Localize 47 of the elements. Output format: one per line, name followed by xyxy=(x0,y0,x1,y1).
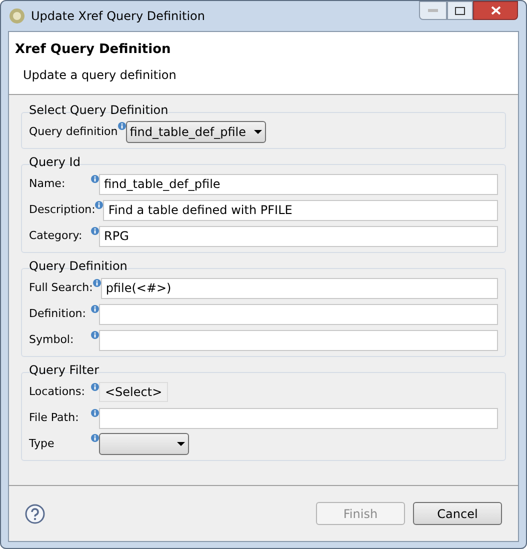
text-field[interactable]: Find a table defined with PFILE xyxy=(103,200,498,220)
field-label: Definition: xyxy=(29,306,87,322)
text-field[interactable] xyxy=(99,304,498,324)
help-icon[interactable] xyxy=(25,504,45,524)
select-button[interactable]: <Select> xyxy=(99,382,168,402)
text-field[interactable] xyxy=(99,408,498,428)
info-icon xyxy=(118,122,126,130)
cancel-button[interactable]: Cancel xyxy=(413,502,502,525)
field-label: Type xyxy=(29,436,56,452)
dropdown[interactable] xyxy=(99,433,189,455)
close-icon xyxy=(490,6,500,15)
group-title: Query Id xyxy=(29,154,82,171)
info-icon xyxy=(91,330,99,338)
info-icon xyxy=(91,304,99,312)
info-icon xyxy=(91,434,99,442)
field-label: Locations: xyxy=(29,384,86,400)
info-icon xyxy=(92,278,101,286)
field-label: Full Search: xyxy=(29,280,93,296)
caret-icon xyxy=(177,442,185,446)
group-title: Query Definition xyxy=(29,258,128,275)
field-label: Symbol: xyxy=(29,332,75,348)
field-label: File Path: xyxy=(29,410,80,426)
app-icon xyxy=(9,8,25,24)
caret-icon xyxy=(254,130,262,134)
window-title: Update Xref Query Definition xyxy=(31,8,206,25)
maximize-icon xyxy=(455,6,465,14)
minimize-icon xyxy=(428,9,438,12)
text-field[interactable]: pfile(<#>) xyxy=(100,278,498,298)
group-title: Query Filter xyxy=(29,362,100,379)
text-field[interactable]: find_table_def_pfile xyxy=(99,174,498,194)
close-button[interactable] xyxy=(473,1,518,20)
info-icon xyxy=(91,174,99,182)
field-label: Name: xyxy=(29,176,66,192)
field-label: Description: xyxy=(29,202,96,218)
text-field[interactable] xyxy=(99,330,498,350)
text-field[interactable]: RPG xyxy=(99,226,498,246)
info-icon xyxy=(95,200,104,208)
info-icon xyxy=(91,408,99,416)
page-title: Xref Query Definition xyxy=(15,41,172,59)
page-message: Update a query definition xyxy=(23,66,178,84)
info-icon xyxy=(91,226,99,234)
dropdown[interactable]: find_table_def_pfile xyxy=(126,121,266,143)
group-title: Select Query Definition xyxy=(29,102,170,119)
field-label: Category: xyxy=(29,228,84,244)
maximize-button[interactable] xyxy=(447,1,473,20)
info-icon xyxy=(91,383,99,391)
field-label: Query definition xyxy=(29,124,118,140)
